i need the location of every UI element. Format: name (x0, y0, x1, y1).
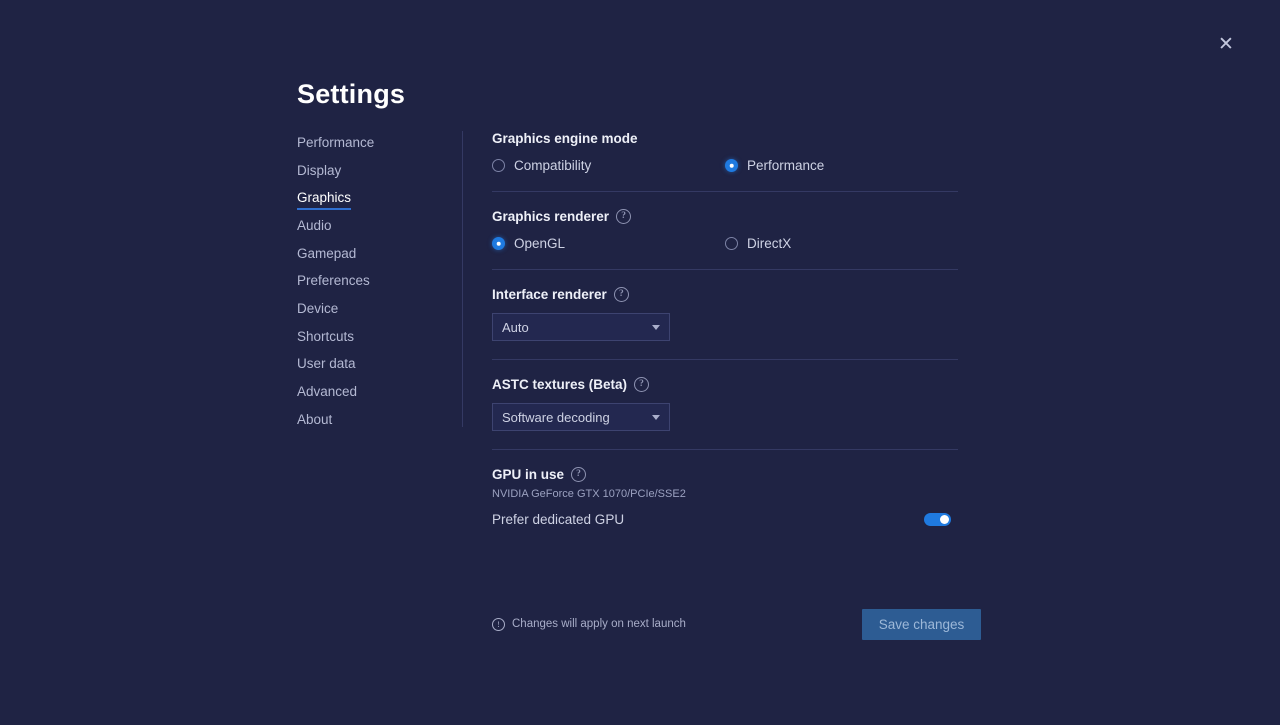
engine-mode-options: Compatibility Performance (492, 158, 958, 173)
sidebar-item-label: Performance (297, 134, 375, 150)
radio-mark-icon (492, 159, 505, 172)
engine-mode-heading: Graphics engine mode (492, 131, 638, 146)
graphics-settings-panel: Graphics engine mode Compatibility Perfo… (492, 131, 958, 527)
help-icon[interactable]: ? (616, 209, 632, 224)
section-divider (492, 449, 958, 450)
astc-textures-heading: ASTC textures (Beta) ? (492, 377, 958, 392)
gpu-device-name: NVIDIA GeForce GTX 1070/PCIe/SSE2 (492, 488, 686, 500)
graphics-renderer-heading: Graphics renderer ? (492, 209, 958, 224)
sidebar-item-label: Graphics (297, 190, 352, 211)
chevron-down-icon (652, 414, 660, 420)
sidebar-item-label: Preferences (297, 273, 370, 289)
status-note-text: Changes will apply on next launch (512, 618, 686, 630)
sidebar-item-label: Gamepad (297, 245, 357, 261)
section-divider (492, 359, 958, 360)
sidebar-item-label: Audio (297, 217, 332, 233)
radio-mark-icon (725, 159, 738, 172)
sidebar-item-label: Advanced (297, 384, 358, 400)
radio-compatibility[interactable]: Compatibility (492, 158, 725, 173)
radio-label: Performance (747, 158, 825, 173)
interface-renderer-heading: Interface renderer ? (492, 287, 958, 302)
prefer-dedicated-gpu-label: Prefer dedicated GPU (492, 512, 625, 527)
radio-label: Compatibility (514, 158, 592, 173)
radio-mark-icon (725, 237, 738, 250)
astc-textures-select[interactable]: Software decoding (492, 403, 670, 431)
sidebar-item-user-data[interactable]: User data (297, 353, 356, 381)
sidebar-item-gamepad[interactable]: Gamepad (297, 242, 356, 270)
sidebar-item-label: Shortcuts (297, 328, 355, 344)
toggle-knob (939, 514, 950, 525)
sidebar-item-performance[interactable]: Performance (297, 131, 374, 159)
help-icon[interactable]: ? (613, 287, 629, 302)
info-icon: ! (492, 617, 505, 631)
sidebar-item-device[interactable]: Device (297, 297, 338, 325)
radio-opengl[interactable]: OpenGL (492, 236, 725, 251)
prefer-dedicated-gpu-toggle[interactable] (924, 513, 951, 526)
radio-label: OpenGL (514, 236, 566, 251)
sidebar-item-label: Display (297, 162, 342, 178)
close-icon: ✕ (1218, 33, 1234, 55)
sidebar-item-display[interactable]: Display (297, 159, 341, 187)
close-window-button[interactable]: ✕ (1213, 31, 1239, 57)
page-title: Settings (297, 79, 406, 109)
sidebar-divider (462, 131, 463, 427)
radio-directx[interactable]: DirectX (725, 236, 958, 251)
sidebar-item-label: About (297, 411, 333, 427)
settings-footer: ! Changes will apply on next launch Save… (492, 606, 981, 642)
settings-sidebar: Performance Display Graphics Audio Gamep… (297, 131, 447, 436)
prefer-dedicated-gpu-row: Prefer dedicated GPU (492, 512, 951, 527)
radio-label: DirectX (747, 236, 792, 251)
sidebar-item-label: Device (297, 300, 339, 316)
sidebar-item-shortcuts[interactable]: Shortcuts (297, 325, 354, 353)
save-changes-button[interactable]: Save changes (862, 608, 981, 640)
gpu-in-use-heading: GPU in use ? (492, 467, 958, 482)
chevron-down-icon (652, 324, 660, 330)
select-value: Software decoding (502, 409, 610, 425)
sidebar-item-graphics[interactable]: Graphics (297, 186, 352, 214)
status-note: ! Changes will apply on next launch (492, 617, 686, 631)
sidebar-item-advanced[interactable]: Advanced (297, 380, 357, 408)
section-divider (492, 269, 958, 270)
sidebar-item-preferences[interactable]: Preferences (297, 269, 370, 297)
sidebar-item-about[interactable]: About (297, 408, 332, 436)
help-icon[interactable]: ? (634, 377, 650, 392)
graphics-renderer-options: OpenGL DirectX (492, 236, 958, 251)
interface-renderer-select[interactable]: Auto (492, 313, 670, 341)
radio-mark-icon (492, 237, 505, 250)
select-value: Auto (502, 319, 529, 335)
sidebar-item-label: User data (297, 356, 356, 372)
help-icon[interactable]: ? (571, 467, 587, 482)
radio-performance[interactable]: Performance (725, 158, 958, 173)
section-divider (492, 191, 958, 192)
sidebar-item-audio[interactable]: Audio (297, 214, 332, 242)
